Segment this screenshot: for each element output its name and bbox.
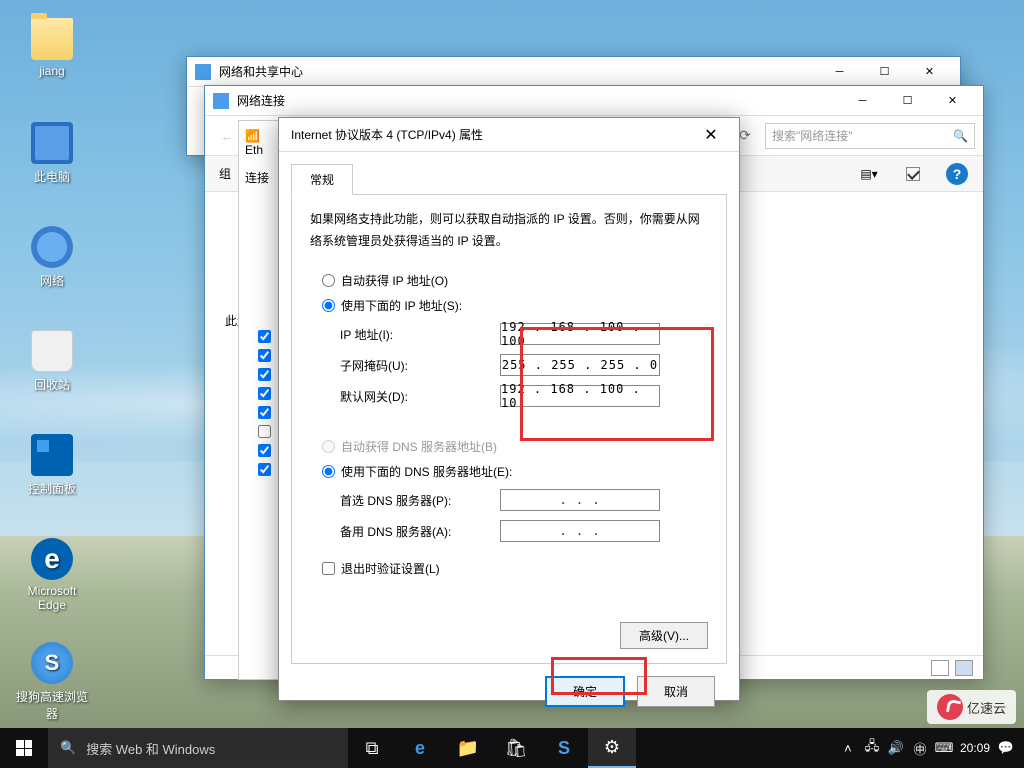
- tab-general[interactable]: 常规: [291, 164, 353, 195]
- proto-check-5[interactable]: [258, 406, 271, 419]
- desktop: jiang 此电脑 网络 回收站 控制面板 Microsoft Edge 搜狗高…: [0, 0, 1024, 768]
- proto-check-4[interactable]: [258, 387, 271, 400]
- gateway-input[interactable]: 192 . 168 . 100 . 10: [500, 385, 660, 407]
- close-button[interactable]: ✕: [930, 87, 975, 115]
- tab-panel: 如果网络支持此功能，则可以获取自动指派的 IP 设置。否则，你需要从网络系统管理…: [291, 194, 727, 664]
- taskbar-store-icon[interactable]: 🛍: [492, 728, 540, 768]
- proto-check-2[interactable]: [258, 349, 271, 362]
- radio-auto-ip[interactable]: [322, 274, 335, 287]
- dns1-input[interactable]: . . .: [500, 489, 660, 511]
- taskbar-edge-icon[interactable]: e: [396, 728, 444, 768]
- view-details-button[interactable]: [931, 660, 949, 676]
- taskbar: 🔍 搜索 Web 和 Windows ⧉ e 📁 🛍 S ⚙ ˄ 🖧 🔊 ㊥ ⌨…: [0, 728, 1024, 768]
- taskbar-sogou-icon[interactable]: S: [540, 728, 588, 768]
- tray-volume-icon[interactable]: 🔊: [888, 740, 904, 756]
- subnet-mask-label: 子网掩码(U):: [340, 357, 500, 374]
- action-center-icon[interactable]: 💬: [998, 740, 1014, 756]
- radio-manual-ip[interactable]: [322, 299, 335, 312]
- tray-expand-icon[interactable]: ˄: [840, 740, 856, 756]
- desktop-icon-sogou[interactable]: 搜狗高速浏览器: [14, 642, 90, 722]
- eth-icon: 📶: [245, 129, 260, 143]
- proto-check-8[interactable]: [258, 463, 271, 476]
- dialog-ipv4-properties: Internet 协议版本 4 (TCP/IPv4) 属性 ✕ 常规 如果网络支…: [278, 117, 740, 701]
- gateway-label: 默认网关(D):: [340, 388, 500, 405]
- tray-ime-icon[interactable]: ㊥: [912, 740, 928, 756]
- netconn-icon: [213, 93, 229, 109]
- dns2-label: 备用 DNS 服务器(A):: [340, 523, 500, 540]
- tray-input-icon[interactable]: ⌨: [936, 740, 952, 756]
- validate-on-exit-checkbox[interactable]: [322, 562, 335, 575]
- cancel-button[interactable]: 取消: [637, 676, 715, 707]
- desktop-icon-recycle-bin[interactable]: 回收站: [14, 330, 90, 393]
- window-title: 网络和共享中心: [219, 63, 817, 80]
- radio-manual-dns[interactable]: [322, 465, 335, 478]
- taskbar-explorer-icon[interactable]: 📁: [444, 728, 492, 768]
- taskbar-search-input[interactable]: 🔍 搜索 Web 和 Windows: [48, 728, 348, 768]
- search-input[interactable]: 搜索"网络连接" 🔍: [765, 123, 975, 149]
- dialog-close-button[interactable]: ✕: [695, 121, 727, 149]
- nav-back-button[interactable]: ←: [213, 122, 241, 150]
- help-button[interactable]: ?: [945, 162, 969, 186]
- ok-button[interactable]: 确定: [545, 676, 625, 707]
- protocol-checklist: [258, 330, 271, 476]
- system-tray: ˄ 🖧 🔊 ㊥ ⌨ 20:09 💬: [830, 740, 1024, 756]
- tray-network-icon[interactable]: 🖧: [864, 740, 880, 756]
- dialog-title: Internet 协议版本 4 (TCP/IPv4) 属性: [291, 126, 483, 143]
- window-title: 网络连接: [237, 92, 840, 109]
- desktop-icon-this-pc[interactable]: 此电脑: [14, 122, 90, 185]
- start-button[interactable]: [0, 728, 48, 768]
- desktop-icon-network[interactable]: 网络: [14, 226, 90, 289]
- task-view-button[interactable]: ⧉: [348, 728, 396, 768]
- cmd-organize[interactable]: 组: [219, 165, 231, 182]
- minimize-button[interactable]: ─: [840, 87, 885, 115]
- dialog-description: 如果网络支持此功能，则可以获取自动指派的 IP 设置。否则，你需要从网络系统管理…: [310, 209, 708, 252]
- watermark: 亿速云: [927, 690, 1016, 724]
- ip-address-input[interactable]: 192 . 168 . 100 . 100: [500, 323, 660, 345]
- netshare-icon: [195, 64, 211, 80]
- desktop-icon-folder-jiang[interactable]: jiang: [14, 18, 90, 78]
- advanced-button[interactable]: 高级(V)...: [620, 622, 708, 649]
- watermark-logo-icon: [937, 694, 963, 720]
- ip-address-label: IP 地址(I):: [340, 326, 500, 343]
- view-mode-button[interactable]: ▤▾: [857, 162, 881, 186]
- dns1-label: 首选 DNS 服务器(P):: [340, 492, 500, 509]
- minimize-button[interactable]: ─: [817, 58, 862, 86]
- radio-auto-dns: [322, 440, 335, 453]
- desktop-icon-edge[interactable]: Microsoft Edge: [14, 538, 90, 612]
- proto-check-7[interactable]: [258, 444, 271, 457]
- taskbar-control-panel-icon[interactable]: ⚙: [588, 728, 636, 768]
- maximize-button[interactable]: ☐: [885, 87, 930, 115]
- search-icon: 🔍: [60, 740, 76, 756]
- desktop-icon-control-panel[interactable]: 控制面板: [14, 434, 90, 497]
- close-button[interactable]: ✕: [907, 58, 952, 86]
- proto-check-6[interactable]: [258, 425, 271, 438]
- subnet-mask-input[interactable]: 255 . 255 . 255 . 0: [500, 354, 660, 376]
- dns2-input[interactable]: . . .: [500, 520, 660, 542]
- proto-check-3[interactable]: [258, 368, 271, 381]
- search-icon: 🔍: [953, 129, 968, 143]
- preview-pane-button[interactable]: [901, 162, 925, 186]
- view-icons-button[interactable]: [955, 660, 973, 676]
- proto-check-1[interactable]: [258, 330, 271, 343]
- maximize-button[interactable]: ☐: [862, 58, 907, 86]
- taskbar-clock[interactable]: 20:09: [960, 741, 990, 755]
